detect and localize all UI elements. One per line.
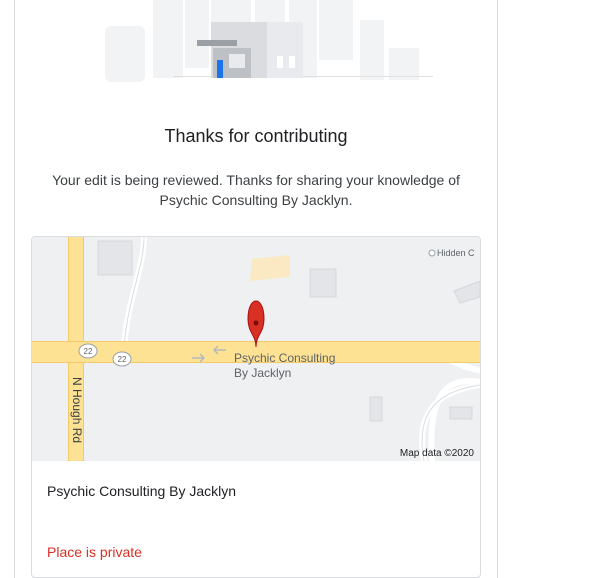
storefront-illustration (105, 0, 433, 82)
place-card[interactable]: 22 22 N Hough Rd Hidden C Psychic Consul… (31, 236, 481, 578)
contribution-panel: Thanks for contributing Your edit is bei… (14, 0, 498, 578)
route-shield-1-label: 22 (84, 347, 93, 356)
dialog-title: Thanks for contributing (164, 126, 348, 146)
poi-label: Hidden C (437, 248, 475, 258)
dialog-message: Your edit is being reviewed. Thanks for … (52, 172, 460, 208)
place-name: Psychic Consulting By Jacklyn (47, 483, 237, 499)
marker-label-line1: Psychic Consulting (234, 351, 335, 365)
place-map[interactable]: 22 22 N Hough Rd Hidden C Psychic Consul… (32, 237, 480, 461)
road-label-n-hough: N Hough Rd (70, 377, 84, 443)
map-credit: Map data ©2020 (399, 448, 474, 459)
route-shield-2-label: 22 (118, 355, 127, 364)
marker-label-line2: By Jacklyn (234, 366, 291, 380)
place-status: Place is private (47, 544, 142, 560)
